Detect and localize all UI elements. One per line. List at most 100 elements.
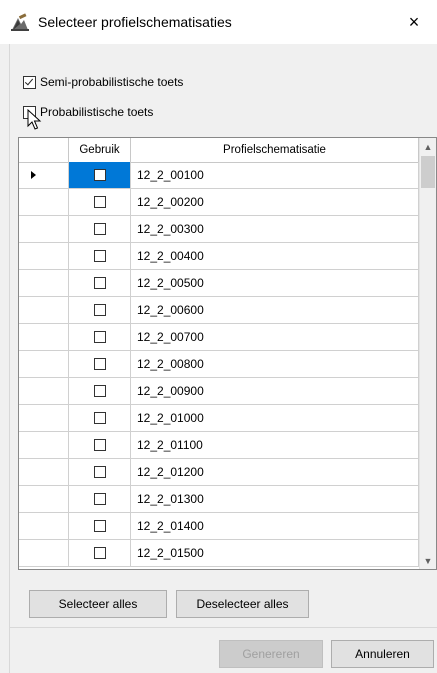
gebruik-cell[interactable] bbox=[69, 243, 131, 269]
semi-probabilistic-checkbox[interactable] bbox=[23, 75, 36, 89]
gebruik-checkbox[interactable] bbox=[93, 385, 106, 397]
row-header[interactable] bbox=[19, 189, 69, 215]
row-header[interactable] bbox=[19, 378, 69, 404]
gebruik-cell[interactable] bbox=[69, 459, 131, 485]
gebruik-cell[interactable] bbox=[69, 297, 131, 323]
scroll-thumb[interactable] bbox=[421, 156, 435, 188]
table-row[interactable]: 12_2_00500 bbox=[19, 270, 419, 297]
table-row[interactable]: 12_2_00700 bbox=[19, 324, 419, 351]
window-left-edge bbox=[0, 44, 10, 673]
profielschematisatie-cell: 12_2_01100 bbox=[131, 432, 419, 458]
gebruik-checkbox[interactable] bbox=[93, 196, 106, 208]
row-header[interactable] bbox=[19, 405, 69, 431]
gebruik-checkbox[interactable] bbox=[93, 331, 106, 343]
table-row[interactable]: 12_2_01100 bbox=[19, 432, 419, 459]
row-header[interactable] bbox=[19, 324, 69, 350]
gebruik-cell[interactable] bbox=[69, 270, 131, 296]
table-row[interactable]: 12_2_00400 bbox=[19, 243, 419, 270]
select-all-button[interactable]: Selecteer alles bbox=[29, 590, 167, 618]
cancel-button[interactable]: Annuleren bbox=[331, 640, 434, 668]
profielschematisatie-cell: 12_2_00400 bbox=[131, 243, 419, 269]
table-row[interactable]: 12_2_00200 bbox=[19, 189, 419, 216]
table-row[interactable]: 12_2_01000 bbox=[19, 405, 419, 432]
gebruik-checkbox[interactable] bbox=[93, 304, 106, 316]
profielschematisatie-cell: 12_2_01300 bbox=[131, 486, 419, 512]
table-row[interactable]: 12_2_00900 bbox=[19, 378, 419, 405]
profielschematisatie-cell: 12_2_00800 bbox=[131, 351, 419, 377]
row-header[interactable] bbox=[19, 459, 69, 485]
profielschematisatie-cell: 12_2_01000 bbox=[131, 405, 419, 431]
semi-probabilistic-option[interactable]: Semi-probabilistische toets bbox=[23, 74, 183, 90]
gebruik-checkbox[interactable] bbox=[93, 169, 106, 181]
scroll-up-arrow-icon[interactable]: ▲ bbox=[420, 138, 436, 155]
row-header[interactable] bbox=[19, 216, 69, 242]
probabilistic-label: Probabilistische toets bbox=[40, 105, 154, 119]
gebruik-checkbox[interactable] bbox=[93, 223, 106, 235]
gebruik-checkbox[interactable] bbox=[93, 277, 106, 289]
row-header[interactable] bbox=[19, 351, 69, 377]
profielschematisatie-cell: 12_2_00300 bbox=[131, 216, 419, 242]
table-row[interactable]: 12_2_01200 bbox=[19, 459, 419, 486]
current-row-arrow-icon bbox=[31, 171, 36, 179]
gebruik-checkbox[interactable] bbox=[93, 412, 106, 424]
gebruik-cell[interactable] bbox=[69, 405, 131, 431]
close-icon: × bbox=[408, 11, 420, 32]
gebruik-checkbox[interactable] bbox=[93, 439, 106, 451]
close-button[interactable]: × bbox=[391, 0, 437, 44]
table-row[interactable]: 12_2_00800 bbox=[19, 351, 419, 378]
row-header[interactable] bbox=[19, 162, 69, 188]
gebruik-checkbox[interactable] bbox=[93, 250, 106, 262]
gebruik-cell[interactable] bbox=[69, 432, 131, 458]
gebruik-checkbox[interactable] bbox=[93, 358, 106, 370]
row-header[interactable] bbox=[19, 243, 69, 269]
table-row[interactable]: 12_2_01400 bbox=[19, 513, 419, 540]
gebruik-cell[interactable] bbox=[69, 216, 131, 242]
footer-separator bbox=[10, 627, 437, 628]
row-header[interactable] bbox=[19, 297, 69, 323]
gebruik-cell[interactable] bbox=[69, 513, 131, 539]
gebruik-cell[interactable] bbox=[69, 162, 131, 188]
column-header-profielschematisatie[interactable]: Profielschematisatie bbox=[131, 138, 419, 162]
profielschematisatie-cell: 12_2_00700 bbox=[131, 324, 419, 350]
table-row[interactable]: 12_2_00100 bbox=[19, 162, 419, 189]
profielschematisatie-cell: 12_2_00900 bbox=[131, 378, 419, 404]
profielschematisatie-cell: 12_2_01200 bbox=[131, 459, 419, 485]
mouse-cursor-icon bbox=[27, 109, 42, 130]
gebruik-checkbox[interactable] bbox=[93, 493, 106, 505]
profielschematisatie-cell: 12_2_01500 bbox=[131, 540, 419, 566]
semi-probabilistic-label: Semi-probabilistische toets bbox=[40, 75, 184, 89]
gebruik-cell[interactable] bbox=[69, 324, 131, 350]
gebruik-cell[interactable] bbox=[69, 189, 131, 215]
table-row[interactable]: 12_2_00300 bbox=[19, 216, 419, 243]
gebruik-checkbox[interactable] bbox=[93, 466, 106, 478]
gebruik-checkbox[interactable] bbox=[93, 520, 106, 532]
row-header-corner bbox=[19, 138, 69, 162]
profielschematisatie-cell: 12_2_00500 bbox=[131, 270, 419, 296]
profile-grid[interactable]: Gebruik Profielschematisatie 12_2_00100 1… bbox=[18, 137, 437, 570]
row-header[interactable] bbox=[19, 432, 69, 458]
app-icon bbox=[11, 13, 29, 31]
window-title: Selecteer profielschematisaties bbox=[38, 14, 232, 30]
profielschematisatie-cell: 12_2_00100 bbox=[131, 162, 419, 188]
gebruik-cell[interactable] bbox=[69, 540, 131, 566]
gebruik-cell[interactable] bbox=[69, 378, 131, 404]
gebruik-checkbox[interactable] bbox=[93, 547, 106, 559]
gebruik-cell[interactable] bbox=[69, 486, 131, 512]
deselect-all-button[interactable]: Deselecteer alles bbox=[176, 590, 309, 618]
table-row[interactable]: 12_2_01500 bbox=[19, 540, 419, 567]
column-header-gebruik[interactable]: Gebruik bbox=[69, 138, 131, 162]
gebruik-cell[interactable] bbox=[69, 351, 131, 377]
title-bar: Selecteer profielschematisaties × bbox=[0, 0, 437, 44]
profielschematisatie-cell: 12_2_00200 bbox=[131, 189, 419, 215]
profielschematisatie-cell: 12_2_00600 bbox=[131, 297, 419, 323]
table-row[interactable]: 12_2_01300 bbox=[19, 486, 419, 513]
profielschematisatie-cell: 12_2_01400 bbox=[131, 513, 419, 539]
scroll-down-arrow-icon[interactable]: ▼ bbox=[420, 552, 436, 569]
table-row[interactable]: 12_2_00600 bbox=[19, 297, 419, 324]
vertical-scrollbar[interactable]: ▲ ▼ bbox=[419, 138, 436, 569]
row-header[interactable] bbox=[19, 486, 69, 512]
generate-button[interactable]: Genereren bbox=[219, 640, 323, 668]
row-header[interactable] bbox=[19, 513, 69, 539]
row-header[interactable] bbox=[19, 270, 69, 296]
row-header[interactable] bbox=[19, 540, 69, 566]
